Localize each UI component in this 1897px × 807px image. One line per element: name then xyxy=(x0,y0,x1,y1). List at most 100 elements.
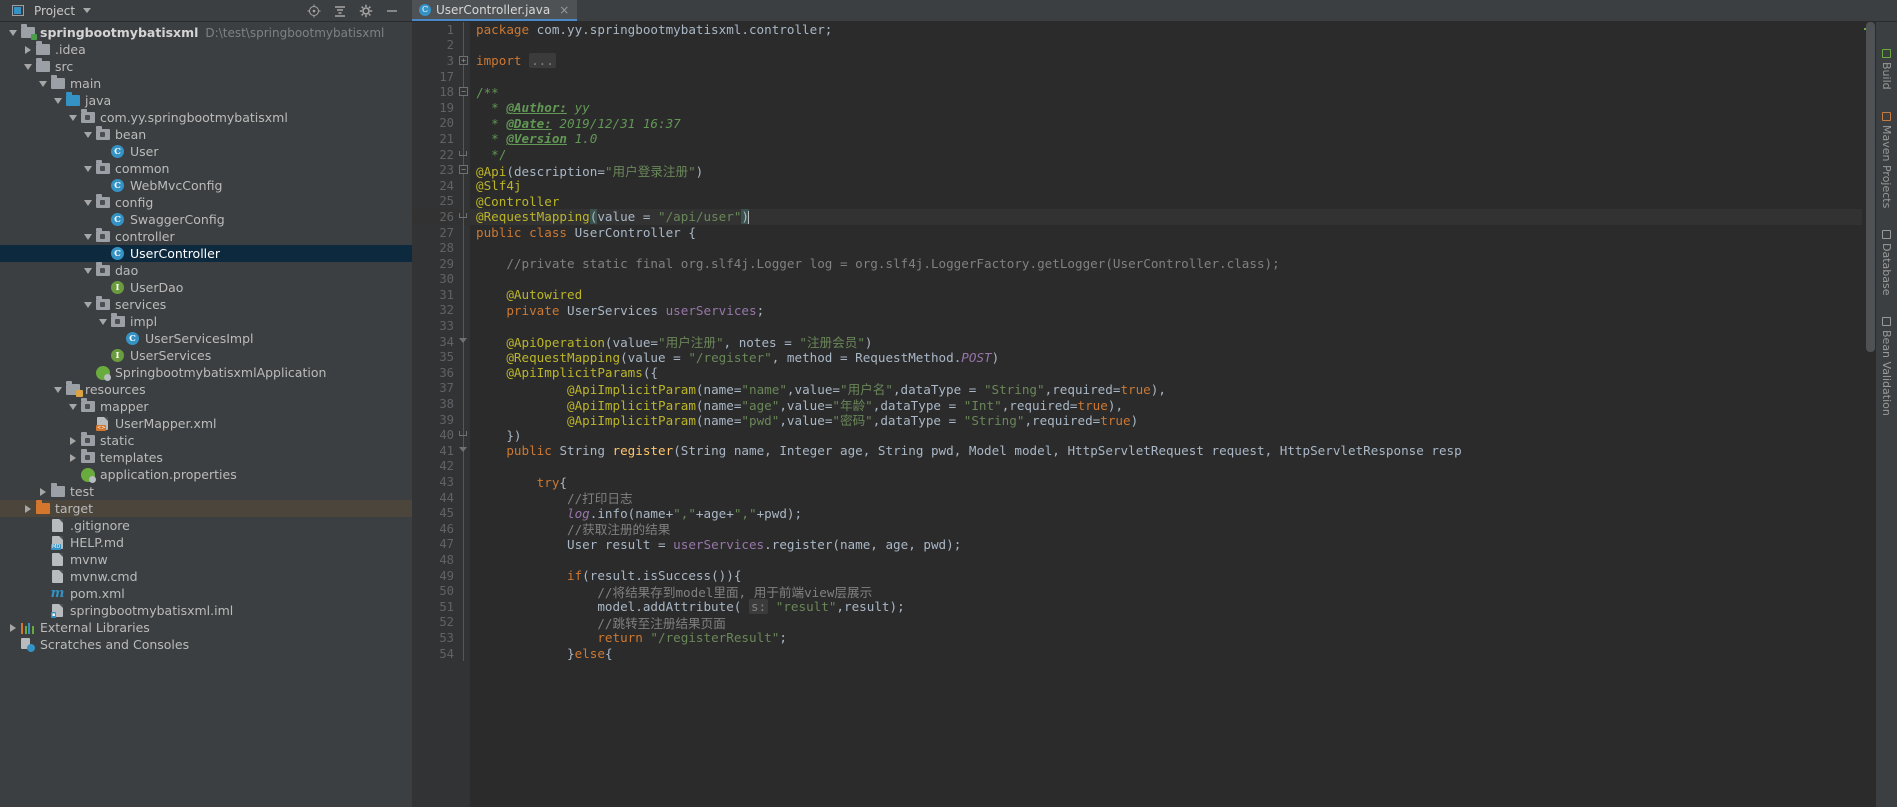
tree-node-idea[interactable]: .idea xyxy=(0,41,412,58)
tree-node-com-yy-springbootmybatisxml[interactable]: com.yy.springbootmybatisxml xyxy=(0,109,412,126)
tree-node-target[interactable]: target xyxy=(0,500,412,517)
tree-node-main[interactable]: main xyxy=(0,75,412,92)
collapse-all-icon[interactable] xyxy=(330,1,350,21)
code-line-44[interactable]: 44 //打印日志 xyxy=(412,489,1875,506)
tree-node-webmvcconfig[interactable]: C WebMvcConfig xyxy=(0,177,412,194)
code-line-21[interactable]: 21 * @Version 1.0 xyxy=(412,131,1875,147)
close-icon[interactable]: × xyxy=(559,4,569,16)
tab-usercontroller-java[interactable]: C UserController.java × xyxy=(412,0,578,21)
tree-node-mvnw[interactable]: mvnw xyxy=(0,551,412,568)
tree-node-test[interactable]: test xyxy=(0,483,412,500)
code-line-1[interactable]: 1 package com.yy.springbootmybatisxml.con… xyxy=(412,22,1875,38)
chevron-right-icon[interactable] xyxy=(21,500,34,517)
editor-marker-strip[interactable] xyxy=(1862,22,1875,807)
tree-node-scratches-and-consoles[interactable]: Scratches and Consoles xyxy=(0,636,412,653)
tool-button-build[interactable]: Build xyxy=(1879,46,1894,93)
tree-node-help-md[interactable]: MD HELP.md xyxy=(0,534,412,551)
code-line-42[interactable]: 42 xyxy=(412,458,1875,475)
code-line-52[interactable]: 52 //跳转至注册结果页面 xyxy=(412,614,1875,631)
code-line-3[interactable]: 3 + import ... xyxy=(412,53,1875,69)
tree-node-external-libraries[interactable]: External Libraries xyxy=(0,619,412,636)
tree-node-java[interactable]: java xyxy=(0,92,412,109)
code-line-17[interactable]: 17 xyxy=(412,68,1875,85)
chevron-right-icon[interactable] xyxy=(6,619,19,636)
code-line-30[interactable]: 30 xyxy=(412,271,1875,288)
code-line-47[interactable]: 47 User result = userServices.register(n… xyxy=(412,536,1875,553)
tree-node-templates[interactable]: templates xyxy=(0,449,412,466)
tree-node-userservicesimpl[interactable]: C UserServicesImpl xyxy=(0,330,412,347)
code-fold-marker[interactable] xyxy=(458,146,470,163)
chevron-right-icon[interactable] xyxy=(21,41,34,58)
chevron-down-icon[interactable] xyxy=(6,24,19,41)
tool-button-bean-validation[interactable]: Bean Validation xyxy=(1879,314,1894,419)
chevron-down-icon[interactable] xyxy=(81,228,94,245)
tree-node-services[interactable]: services xyxy=(0,296,412,313)
code-fold-marker[interactable] xyxy=(458,209,470,225)
tool-button-maven-projects[interactable]: Maven Projects xyxy=(1879,109,1894,211)
chevron-down-icon[interactable] xyxy=(51,92,64,109)
code-line-53[interactable]: 53 return "/registerResult"; xyxy=(412,630,1875,646)
tree-node-springbootmybatisxmlapplication[interactable]: SpringbootmybatisxmlApplication xyxy=(0,364,412,381)
code-line-50[interactable]: 50 //将结果存到model里面, 用于前端view层展示 xyxy=(412,583,1875,600)
tree-node-common[interactable]: common xyxy=(0,160,412,177)
chevron-right-icon[interactable] xyxy=(66,432,79,449)
project-tool-window-header[interactable]: Project xyxy=(0,0,412,22)
code-line-35[interactable]: 35 @RequestMapping(value = "/register", … xyxy=(412,349,1875,366)
code-line-19[interactable]: 19 * @Author: yy xyxy=(412,99,1875,116)
tree-node-src[interactable]: src xyxy=(0,58,412,75)
tree-node-mapper[interactable]: mapper xyxy=(0,398,412,415)
tree-node-usercontroller[interactable]: C UserController xyxy=(0,245,412,262)
code-line-31[interactable]: 31 @Autowired xyxy=(412,287,1875,303)
tree-node-gitignore[interactable]: .gitignore xyxy=(0,517,412,534)
code-line-25[interactable]: 25 @Controller xyxy=(412,193,1875,210)
tree-node-swaggerconfig[interactable]: C SwaggerConfig xyxy=(0,211,412,228)
code-line-54[interactable]: 54 }else{ xyxy=(412,645,1875,662)
chevron-down-icon[interactable] xyxy=(81,160,94,177)
chevron-down-icon[interactable] xyxy=(66,398,79,415)
gear-icon[interactable] xyxy=(356,1,376,21)
tree-node-userdao[interactable]: I UserDao xyxy=(0,279,412,296)
code-fold-marker[interactable]: − xyxy=(458,84,470,100)
code-fold-marker[interactable] xyxy=(458,427,470,444)
code-line-41[interactable]: 41 public String register(String name, I… xyxy=(412,443,1875,459)
tree-node-controller[interactable]: controller xyxy=(0,228,412,245)
code-line-48[interactable]: 48 xyxy=(412,552,1875,568)
tree-node-user[interactable]: C User xyxy=(0,143,412,160)
code-line-28[interactable]: 28 xyxy=(412,240,1875,256)
code-fold-marker[interactable]: − xyxy=(458,162,470,178)
locate-icon[interactable] xyxy=(304,1,324,21)
code-line-39[interactable]: 39 @ApiImplicitParam(name="pwd",value="密… xyxy=(412,411,1875,428)
code-fold-marker[interactable] xyxy=(458,443,470,459)
code-editor[interactable]: 1 package com.yy.springbootmybatisxml.con… xyxy=(412,22,1875,807)
code-lines[interactable]: 1 package com.yy.springbootmybatisxml.con… xyxy=(412,22,1875,807)
chevron-down-icon[interactable] xyxy=(83,8,92,13)
tree-node-springbootmybatisxml-iml[interactable]: ▪ springbootmybatisxml.iml xyxy=(0,602,412,619)
tree-node-bean[interactable]: bean xyxy=(0,126,412,143)
tree-node-application-properties[interactable]: application.properties xyxy=(0,466,412,483)
code-fold-marker[interactable]: + xyxy=(458,53,470,69)
chevron-down-icon[interactable] xyxy=(81,296,94,313)
chevron-down-icon[interactable] xyxy=(36,75,49,92)
project-tree[interactable]: springbootmybatisxml D:\test\springbootmy… xyxy=(0,22,412,807)
code-line-27[interactable]: 27 public class UserController { xyxy=(412,224,1875,241)
tree-node-static[interactable]: static xyxy=(0,432,412,449)
chevron-down-icon[interactable] xyxy=(81,126,94,143)
code-line-26[interactable]: 26 @RequestMapping(value = "/api/user") xyxy=(412,209,1875,225)
tree-node-dao[interactable]: dao xyxy=(0,262,412,279)
chevron-right-icon[interactable] xyxy=(66,449,79,466)
chevron-down-icon[interactable] xyxy=(96,313,109,330)
code-line-46[interactable]: 46 //获取注册的结果 xyxy=(412,521,1875,537)
editor-scrollbar[interactable] xyxy=(1866,22,1875,352)
hide-window-icon[interactable] xyxy=(382,1,402,21)
code-line-20[interactable]: 20 * @Date: 2019/12/31 16:37 xyxy=(412,115,1875,132)
chevron-down-icon[interactable] xyxy=(66,109,79,126)
chevron-down-icon[interactable] xyxy=(81,194,94,211)
code-line-34[interactable]: 34 @ApiOperation(value="用户注册", notes = "… xyxy=(412,333,1875,350)
chevron-down-icon[interactable] xyxy=(21,58,34,75)
code-line-18[interactable]: 18−/** xyxy=(412,84,1875,100)
code-fold-marker[interactable] xyxy=(458,333,470,350)
chevron-right-icon[interactable] xyxy=(36,483,49,500)
tree-node-impl[interactable]: impl xyxy=(0,313,412,330)
code-line-23[interactable]: 23− @Api(description="用户登录注册") xyxy=(412,162,1875,179)
tree-node-resources[interactable]: resources xyxy=(0,381,412,398)
